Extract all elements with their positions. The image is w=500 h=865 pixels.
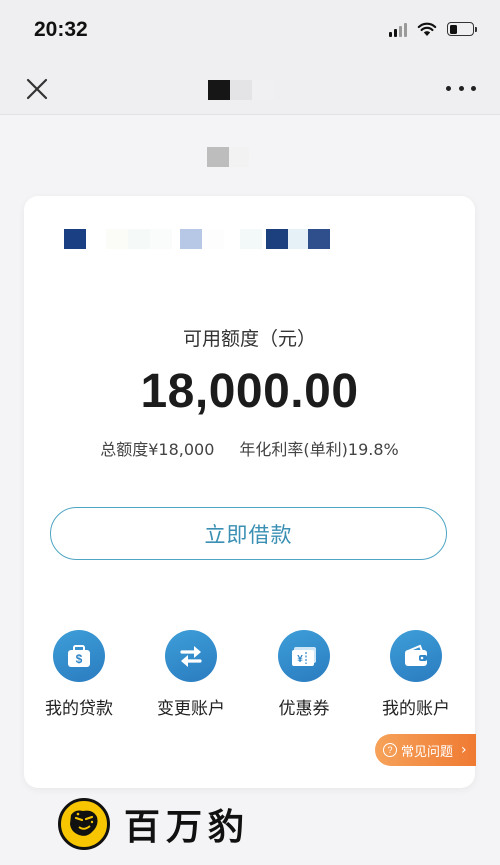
my-account-button[interactable]: 我的账户 xyxy=(361,630,471,719)
money-bag-icon: $ xyxy=(53,630,105,682)
nav-title-redacted xyxy=(208,80,274,100)
wifi-icon xyxy=(417,22,437,36)
svg-text:¥: ¥ xyxy=(297,654,303,665)
borrow-now-button[interactable]: 立即借款 xyxy=(50,507,447,560)
card-header-redacted xyxy=(38,229,330,249)
watermark-text: 百万豹 xyxy=(124,806,251,848)
faq-label: 常见问题 xyxy=(401,744,454,760)
change-account-label: 变更账户 xyxy=(157,699,225,719)
total-credit: 总额度¥18,000 xyxy=(100,440,215,459)
my-loans-label: 我的贷款 xyxy=(45,699,113,719)
watermark: 百万豹 xyxy=(58,798,250,850)
coupons-label: 优惠券 xyxy=(278,699,330,719)
credit-details: 总额度¥18,000 年化利率(单利)19.8% xyxy=(24,436,475,460)
battery-icon xyxy=(447,22,477,36)
annual-rate: 年化利率(单利)19.8% xyxy=(239,440,399,459)
svg-text:$: $ xyxy=(76,652,83,666)
status-icons xyxy=(389,21,477,37)
battery-level xyxy=(449,24,458,34)
my-account-label: 我的账户 xyxy=(382,699,450,719)
my-loans-button[interactable]: $ 我的贷款 xyxy=(24,630,134,719)
coupon-icon: ¥ xyxy=(278,630,330,682)
chevron-right-icon: › xyxy=(461,742,467,758)
change-account-button[interactable]: 变更账户 xyxy=(136,630,246,719)
swap-arrows-icon xyxy=(165,630,217,682)
credit-card-panel: 可用额度（元） 18,000.00 总额度¥18,000 年化利率(单利)19.… xyxy=(24,196,476,788)
wallet-icon xyxy=(390,630,442,682)
subtitle-redacted xyxy=(207,147,249,167)
cellular-signal-icon xyxy=(389,21,407,37)
available-credit-amount: 18,000.00 xyxy=(140,365,359,418)
quick-menu: $ 我的贷款 变更账户 ¥ 优惠券 我的账户 xyxy=(24,630,475,720)
coupons-button[interactable]: ¥ 优惠券 xyxy=(249,630,359,719)
faq-button[interactable]: ? 常见问题 › xyxy=(375,734,476,766)
question-icon: ? xyxy=(383,743,397,757)
available-credit-label: 可用额度（元） xyxy=(182,328,316,350)
close-icon[interactable] xyxy=(24,76,50,102)
nav-bar xyxy=(0,60,500,115)
leopard-logo xyxy=(58,798,110,850)
status-time: 20:32 xyxy=(34,18,88,41)
status-bar: 20:32 xyxy=(0,0,500,60)
more-dots-icon[interactable] xyxy=(446,78,476,98)
